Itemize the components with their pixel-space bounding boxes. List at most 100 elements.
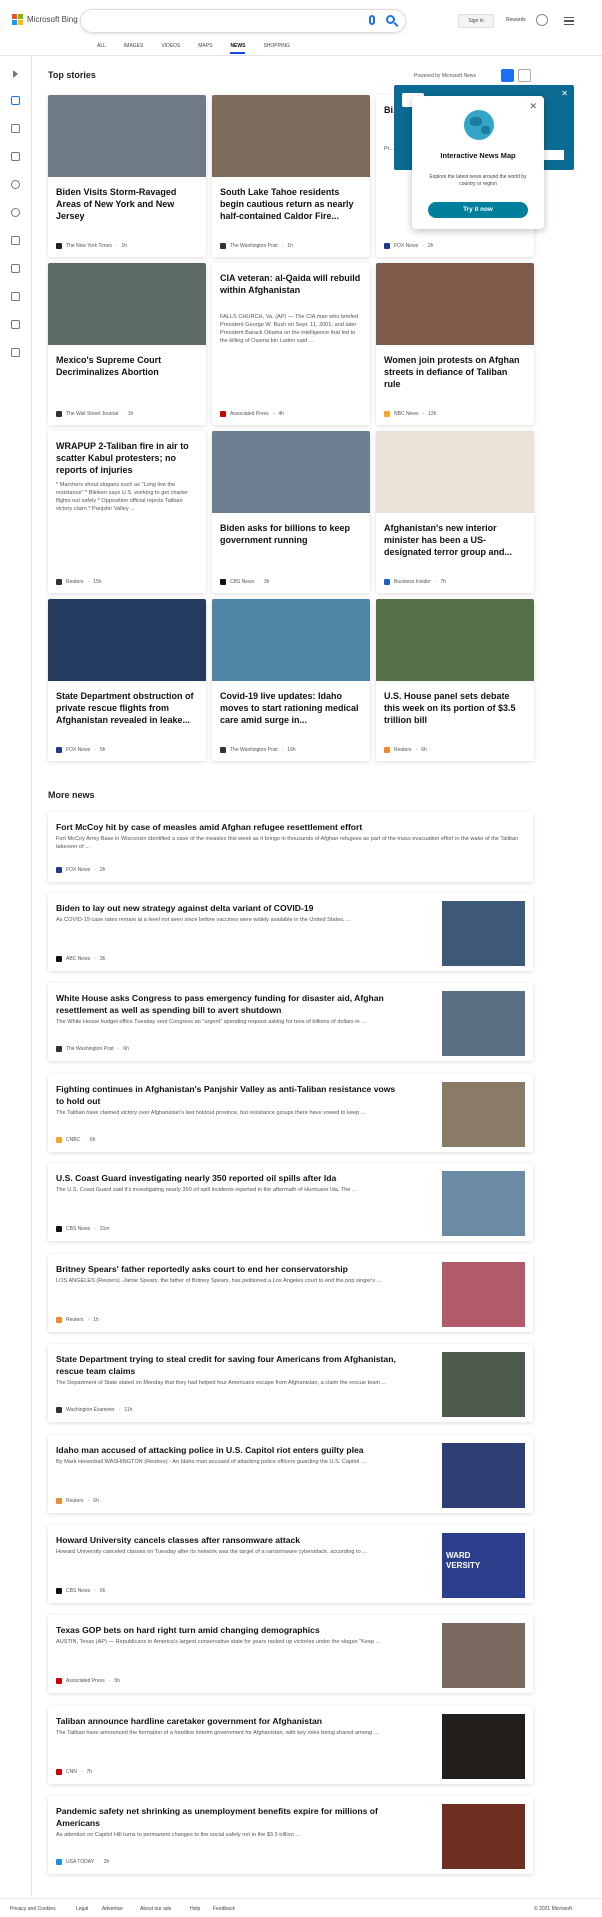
news-title[interactable]: Pandemic safety net shrinking as unemplo…: [56, 1805, 396, 1829]
news-thumbnail[interactable]: [442, 1352, 525, 1417]
news-thumbnail[interactable]: [442, 901, 525, 966]
story-card[interactable]: Mexico's Supreme Court Decriminalizes Ab…: [48, 263, 206, 425]
news-title[interactable]: U.S. Coast Guard investigating nearly 35…: [56, 1172, 396, 1184]
source-name[interactable]: CNBC: [66, 1137, 80, 1143]
source-name[interactable]: The Washington Post: [230, 243, 278, 249]
footer-link-about-ads[interactable]: About our ads: [140, 1906, 171, 1912]
news-thumbnail[interactable]: [442, 1171, 525, 1236]
source-name[interactable]: CNN: [66, 1769, 77, 1775]
news-title[interactable]: Howard University cancels classes after …: [56, 1534, 396, 1546]
news-item[interactable]: White House asks Congress to pass emerge…: [48, 983, 533, 1061]
story-title[interactable]: Mexico's Supreme Court Decriminalizes Ab…: [56, 354, 198, 378]
story-title[interactable]: Afghanistan's new interior minister has …: [384, 522, 526, 558]
news-item[interactable]: Taliban announce hardline caretaker gove…: [48, 1706, 533, 1784]
story-card[interactable]: U.S. House panel sets debate this week o…: [376, 599, 534, 761]
tab-all[interactable]: ALL: [88, 42, 115, 54]
news-item[interactable]: Pandemic safety net shrinking as unemplo…: [48, 1796, 533, 1874]
news-title[interactable]: White House asks Congress to pass emerge…: [56, 992, 396, 1016]
story-image[interactable]: [376, 263, 534, 345]
source-name[interactable]: CBS News: [66, 1226, 90, 1232]
news-item[interactable]: State Department trying to steal credit …: [48, 1344, 533, 1422]
footer-link-feedback[interactable]: Feedback: [213, 1906, 235, 1912]
footer-link-help[interactable]: Help: [190, 1906, 200, 1912]
story-card[interactable]: Afghanistan's new interior minister has …: [376, 431, 534, 593]
story-image[interactable]: [212, 431, 370, 513]
source-name[interactable]: FOX News: [66, 867, 90, 873]
bing-logo[interactable]: Microsoft Bing: [12, 14, 78, 25]
rewards-link[interactable]: Rewards: [506, 17, 526, 23]
story-image[interactable]: [212, 95, 370, 177]
story-title[interactable]: Women join protests on Afghan streets in…: [384, 354, 526, 390]
tab-images[interactable]: IMAGES: [115, 42, 152, 54]
story-card[interactable]: Women join protests on Afghan streets in…: [376, 263, 534, 425]
footer-link-legal[interactable]: Legal: [76, 1906, 88, 1912]
search-input[interactable]: [80, 9, 406, 33]
source-name[interactable]: Washington Examiner: [66, 1407, 115, 1413]
close-icon[interactable]: ✕: [529, 101, 537, 112]
technology-icon[interactable]: [11, 348, 20, 357]
news-thumbnail[interactable]: WARD VERSITY: [442, 1533, 525, 1598]
tab-news[interactable]: NEWS: [221, 42, 254, 54]
news-item[interactable]: Fighting continues in Afghanistan's Panj…: [48, 1074, 533, 1152]
news-thumbnail[interactable]: [442, 1262, 525, 1327]
tab-videos[interactable]: VIDEOS: [152, 42, 189, 54]
news-title[interactable]: Fort McCoy hit by case of measles amid A…: [56, 821, 524, 833]
tab-maps[interactable]: MAPS: [189, 42, 221, 54]
source-name[interactable]: Reuters: [66, 579, 84, 585]
news-thumbnail[interactable]: [442, 1623, 525, 1688]
news-title[interactable]: Britney Spears' father reportedly asks c…: [56, 1263, 396, 1275]
story-title[interactable]: State Department obstruction of private …: [56, 690, 198, 726]
story-title[interactable]: Covid-19 live updates: Idaho moves to st…: [220, 690, 362, 726]
story-image[interactable]: [48, 263, 206, 345]
story-card[interactable]: Biden Visits Storm-Ravaged Areas of New …: [48, 95, 206, 257]
source-name[interactable]: The Washington Post: [230, 747, 278, 753]
source-name[interactable]: The Wall Street Journal: [66, 411, 118, 417]
story-title[interactable]: U.S. House panel sets debate this week o…: [384, 690, 526, 726]
sign-in-button[interactable]: Sign in: [458, 14, 494, 28]
source-name[interactable]: The New York Times: [66, 243, 112, 249]
news-title[interactable]: Biden to lay out new strategy against de…: [56, 902, 396, 914]
world-icon[interactable]: [11, 208, 20, 217]
search-icon[interactable]: [386, 15, 395, 24]
news-item[interactable]: Britney Spears' father reportedly asks c…: [48, 1254, 533, 1332]
news-thumbnail[interactable]: [442, 991, 525, 1056]
source-name[interactable]: Reuters: [394, 747, 412, 753]
home-icon[interactable]: [11, 96, 20, 105]
story-card[interactable]: State Department obstruction of private …: [48, 599, 206, 761]
source-name[interactable]: Reuters: [66, 1498, 84, 1504]
footer-link-privacy[interactable]: Privacy and Cookies: [10, 1906, 56, 1912]
business-icon[interactable]: [11, 320, 20, 329]
news-title[interactable]: Idaho man accused of attacking police in…: [56, 1444, 396, 1456]
location-icon[interactable]: [11, 180, 20, 189]
footer-link-advertise[interactable]: Advertise: [102, 1906, 123, 1912]
menu-icon[interactable]: [564, 17, 574, 25]
source-name[interactable]: ABC News: [66, 956, 90, 962]
story-card[interactable]: CIA veteran: al-Qaida will rebuild withi…: [212, 263, 370, 425]
entertainment-icon[interactable]: [11, 292, 20, 301]
tab-shopping[interactable]: SHOPPING: [254, 42, 298, 54]
story-image[interactable]: [376, 599, 534, 681]
news-title[interactable]: Taliban announce hardline caretaker gove…: [56, 1715, 396, 1727]
source-name[interactable]: Business Insider: [394, 579, 431, 585]
story-image[interactable]: [48, 95, 206, 177]
source-name[interactable]: Reuters: [66, 1317, 84, 1323]
news-item[interactable]: Biden to lay out new strategy against de…: [48, 893, 533, 971]
story-image[interactable]: [376, 431, 534, 513]
source-name[interactable]: NBC News: [394, 411, 418, 417]
story-image[interactable]: [212, 599, 370, 681]
politics-icon[interactable]: [11, 236, 20, 245]
try-it-now-button[interactable]: Try it now: [428, 202, 528, 218]
source-name[interactable]: CBS News: [230, 579, 254, 585]
news-thumbnail[interactable]: [442, 1082, 525, 1147]
news-item[interactable]: Idaho man accused of attacking police in…: [48, 1435, 533, 1513]
source-name[interactable]: Associated Press: [230, 411, 269, 417]
news-thumbnail[interactable]: [442, 1443, 525, 1508]
story-title[interactable]: WRAPUP 2-Taliban fire in air to scatter …: [56, 440, 198, 476]
story-title[interactable]: Biden asks for billions to keep governme…: [220, 522, 362, 546]
story-card[interactable]: South Lake Tahoe residents begin cautiou…: [212, 95, 370, 257]
news-title[interactable]: Texas GOP bets on hard right turn amid c…: [56, 1624, 396, 1636]
news-item[interactable]: Howard University cancels classes after …: [48, 1525, 533, 1603]
news-item[interactable]: Fort McCoy hit by case of measles amid A…: [48, 812, 533, 882]
news-thumbnail[interactable]: [442, 1804, 525, 1869]
story-image[interactable]: [48, 599, 206, 681]
